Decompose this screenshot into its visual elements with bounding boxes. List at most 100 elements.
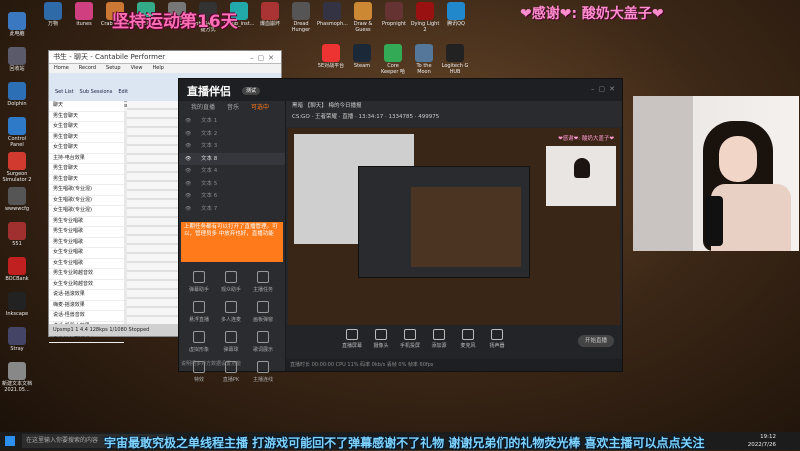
taskbar-clock[interactable]: 19:12 2022/7/26 [748, 433, 776, 449]
live-left-tabs[interactable]: 我的直播 音乐 可选中 [179, 101, 285, 115]
desktop-icon[interactable]: Steam [347, 44, 377, 69]
desktop-icon[interactable]: itunes [69, 2, 99, 27]
notice-banner[interactable]: 上期任务都有可以打开了直播管理。可以，管理员多 中放弃也好，直播功能 [181, 222, 283, 262]
desktop-icon[interactable]: Dread Hunger [286, 2, 316, 33]
desktop-icon[interactable]: Phasmoph... [317, 2, 348, 27]
source-row[interactable]: 👁 文本 8 [179, 152, 285, 166]
source-row[interactable]: 👁 文本 7 [179, 203, 285, 216]
desktop-icon[interactable]: Stray [2, 327, 32, 352]
session-list-item[interactable]: 男生音聊天 [49, 175, 124, 185]
tool-button[interactable]: 弹幕球 [215, 326, 247, 356]
desktop-icon[interactable]: 爆血崩坏 [255, 2, 285, 27]
session-list-item[interactable]: 男生专业唱歌 [49, 217, 124, 227]
desktop-icon[interactable]: 此电脑 [2, 12, 32, 37]
desktop-icon[interactable]: 551 [2, 222, 32, 247]
desktop-icon[interactable]: Dying Light 2 [410, 2, 440, 33]
session-list-item[interactable]: 女生专业跨越音效 [49, 280, 124, 290]
source-row[interactable]: 👁 文本 2 [179, 128, 285, 141]
source-row[interactable]: 👁 文本 5 [179, 178, 285, 191]
eye-icon[interactable]: 👁 [185, 190, 191, 203]
session-list-item[interactable]: 男生专业唱歌 [49, 227, 124, 238]
control-button[interactable]: 摄像头 [365, 329, 397, 349]
control-button[interactable]: 直播屏幕 [336, 329, 368, 349]
ribbon-button[interactable]: Sub Sessions [80, 89, 113, 95]
scene-source-list[interactable]: 👁 文本 1 👁 文本 2 👁 文本 3 👁 文本 8 👁 文本 4 👁 文本 5 👁 文本 6 👁 文本 7 [179, 115, 285, 215]
tool-button[interactable]: 画板弹窗 [247, 296, 279, 326]
session-list-item[interactable]: 主持-电台效果 [49, 154, 124, 164]
desktop-icon[interactable]: Logitech G HUB [440, 44, 470, 75]
desktop-icon[interactable]: To the Moon [409, 44, 439, 75]
eye-icon[interactable]: 👁 [185, 165, 191, 178]
tool-button[interactable]: 悬浮直播 [183, 296, 215, 326]
session-list-item[interactable]: 男生音聊天 [49, 164, 124, 175]
desktop-icon[interactable]: wwwwcfg [2, 187, 32, 212]
windows-start-icon[interactable] [5, 436, 15, 446]
tool-button[interactable]: 观众助手 [215, 266, 247, 296]
left-tab[interactable]: 音乐 [227, 104, 239, 111]
session-list-item[interactable]: 说话-摇滚效果 [49, 290, 124, 301]
session-list-item[interactable]: 聊天 [49, 101, 124, 112]
eye-icon[interactable]: 👁 [185, 203, 191, 216]
tool-button[interactable]: 弹幕助手 [183, 266, 215, 296]
tool-button[interactable]: 主播连线 [247, 356, 279, 386]
cantabile-menu-item[interactable]: View [131, 65, 143, 71]
room-title[interactable]: 黑暗 【聊天】 梅的今日播报 [292, 101, 622, 112]
source-row[interactable]: 👁 文本 4 [179, 165, 285, 178]
source-row[interactable]: 👁 文本 6 [179, 190, 285, 203]
window-controls[interactable]: –▢✕ [250, 52, 278, 64]
ribbon-button[interactable]: Set List [55, 89, 74, 95]
desktop-icon[interactable]: Core Keeper 哈 [378, 44, 408, 75]
eye-icon[interactable]: 👁 [185, 140, 191, 153]
desktop-icon[interactable]: 新建文本文档 2021.05... [2, 362, 32, 393]
control-button[interactable]: 扬声器 [481, 329, 513, 349]
tool-button[interactable]: 歌词展示 [247, 326, 279, 356]
desktop-icon[interactable]: 回收站 [2, 47, 32, 72]
cantabile-menu-item[interactable]: Help [152, 65, 163, 71]
live-window-controls[interactable]: –▢✕ [591, 85, 619, 93]
tool-button[interactable]: 主播任务 [247, 266, 279, 296]
eye-icon[interactable]: 👁 [185, 178, 191, 191]
source-row[interactable]: 👁 文本 1 [179, 115, 285, 128]
live-companion-window[interactable]: 直播伴侣 测试 –▢✕ 我的直播 音乐 可选中 👁 文本 1 👁 文本 2 👁 文本 3 👁 文本… [178, 78, 623, 383]
session-list-item[interactable]: 女生唱歌(专业混) [49, 206, 124, 217]
tool-button[interactable]: 多人连麦 [215, 296, 247, 326]
stream-preview[interactable]: ❤感谢❤: 酸奶大盖子❤ 宇宙最敢究极之单线程主播 打游戏可能回不了弹幕感谢不了… [288, 128, 620, 344]
session-list-item[interactable]: 女生音聊天 [49, 122, 124, 133]
control-button[interactable]: 手机投屏 [394, 329, 426, 349]
session-list-item[interactable]: 男生专业唱歌 [49, 238, 124, 248]
cantabile-session-list[interactable]: 聊天 男生音聊天 女生音聊天 男生音聊天 女生音聊天 主持-电台效果 男生音聊天 男生音聊天男… [49, 101, 124, 343]
desktop-icon[interactable]: Inkscape [2, 292, 32, 317]
control-button[interactable]: 麦克风 [452, 329, 484, 349]
session-list-item[interactable]: 男生唱歌(专业混) [49, 185, 124, 196]
desktop-icon[interactable]: 万物 [38, 2, 68, 27]
eye-icon[interactable]: 👁 [185, 153, 191, 166]
eye-icon[interactable]: 👁 [185, 115, 191, 128]
cantabile-title-bar[interactable]: 书生 - 聊天 - Cantabile Performer –▢✕ [49, 51, 281, 64]
desktop-icon[interactable]: Dolphin [2, 82, 32, 107]
desktop-icon[interactable]: Surgeon Simulator 2 [2, 152, 32, 183]
session-list-item[interactable]: 男生专业跨越音效 [49, 269, 124, 280]
session-list-item[interactable]: 说话-怪兽音效 [49, 311, 124, 322]
desktop-icon[interactable]: Control Panel [2, 117, 32, 148]
session-list-item[interactable]: 男生音聊天 [49, 133, 124, 143]
ribbon-button[interactable]: Edit [118, 89, 128, 95]
eye-icon[interactable]: 👁 [185, 128, 191, 141]
cantabile-menu-item[interactable]: Setup [106, 65, 121, 71]
start-live-button[interactable]: 开始直播 [578, 335, 614, 347]
desktop-icon[interactable]: BOCBank [2, 257, 32, 282]
desktop-icon[interactable]: Propnight [379, 2, 409, 27]
cantabile-menu-item[interactable]: Home [54, 65, 69, 71]
session-list-item[interactable]: 嗨麦-摇滚效果 [49, 301, 124, 311]
live-app-header[interactable]: 直播伴侣 测试 –▢✕ [179, 79, 622, 102]
desktop-icon[interactable]: Draw & Guess [348, 2, 378, 33]
session-list-item[interactable]: 女生音聊天 [49, 143, 124, 154]
desktop-icon[interactable]: 腾讯QQ [441, 2, 471, 27]
cantabile-menu-item[interactable]: Record [79, 65, 96, 71]
session-list-item[interactable]: 男生音聊天 [49, 112, 124, 122]
session-list-item[interactable]: 女生专业唱歌 [49, 259, 124, 269]
left-tab[interactable]: 我的直播 [191, 104, 215, 111]
tool-button[interactable]: 虚拟形象 [183, 326, 215, 356]
source-row[interactable]: 👁 文本 3 [179, 140, 285, 153]
session-list-item[interactable]: 女生专业唱歌 [49, 248, 124, 259]
session-list-item[interactable]: 女生唱歌(专业混) [49, 196, 124, 206]
